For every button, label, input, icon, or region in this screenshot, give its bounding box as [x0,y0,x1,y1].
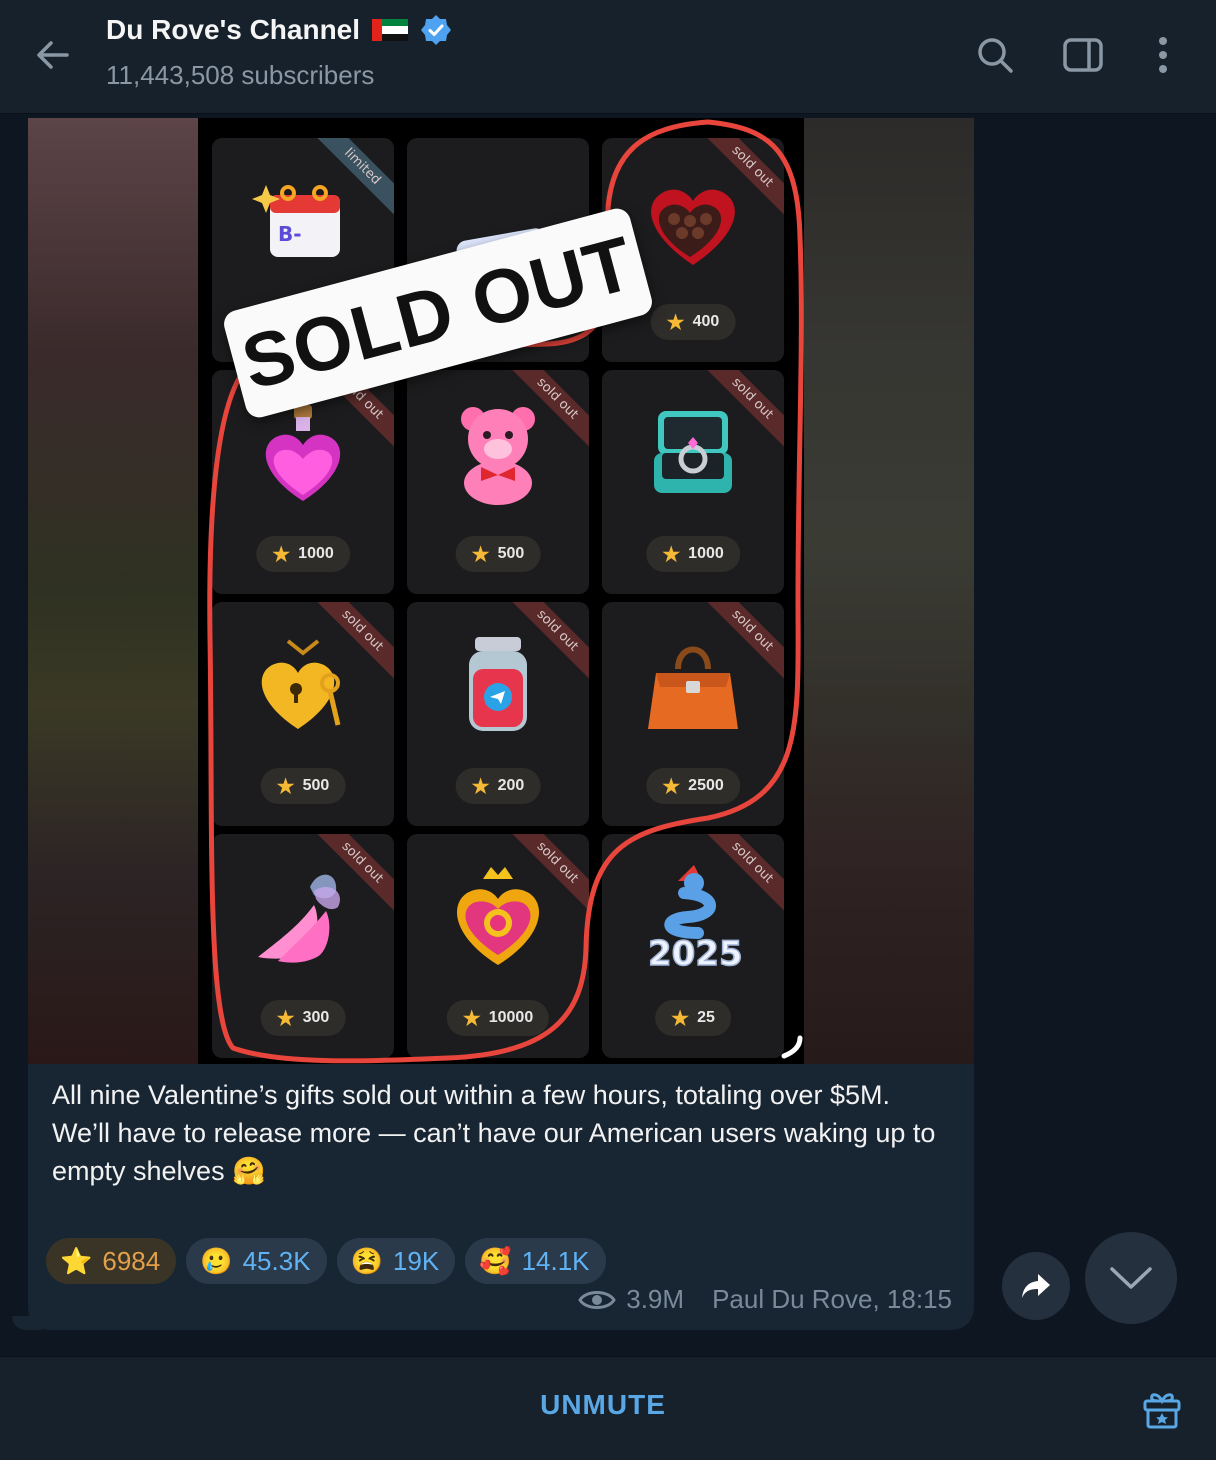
chocolate-heart-box-icon [633,160,753,280]
star-reaction-icon: ⭐ [60,1245,93,1276]
view-count: 3.9M [626,1284,685,1314]
post-meta: 3.9M Paul Du Rove, 18:15 [578,1284,952,1315]
gift-price-badge: ★ 25 [655,1000,731,1036]
chat-header: Du Rove's Channel 11,443,508 subscribers [0,0,1216,114]
chevron-down-icon [1110,1267,1152,1289]
gift-price-badge: ★ 200 [455,768,541,804]
gift-price: 1000 [298,545,334,562]
heart-locket-icon [243,624,363,744]
hugging-emoji-icon: 🤗 [232,1156,266,1186]
star-icon: ★ [276,1007,295,1030]
gift-price-badge: ★ 1000 [256,536,350,572]
gift-tile-fairy-heels[interactable]: sold out ★ 300 [212,834,394,1058]
back-arrow-icon[interactable] [28,30,78,80]
gift-tile-snake-2025[interactable]: sold out 2025 ★ 25 [602,834,784,1058]
love-emoji-icon: 🥰 [479,1245,512,1276]
star-icon: ★ [276,775,295,798]
channel-post: limitedB-★150DAY★350sold out★400sold out… [28,118,974,1330]
views-eye-icon [578,1290,617,1309]
gift-price: 1000 [688,545,724,562]
birthday-calendar-icon: B- [243,160,363,280]
gift-price: 300 [302,1009,330,1026]
reaction-count: 14.1K [521,1245,590,1276]
gift-price: 2500 [688,777,724,794]
gift-tile-heart-compact[interactable]: sold out ★ 10000 [407,834,589,1058]
star-icon: ★ [671,1007,690,1030]
gift-price: 10000 [488,1009,534,1026]
post-text-line-2: We’ll have to release more — can’t have … [52,1118,936,1186]
star-icon: ★ [666,311,685,334]
gift-tile-teddy-bear[interactable]: sold out ★ 500 [407,370,589,594]
post-text-line-1: All nine Valentine’s gifts sold out with… [52,1080,890,1110]
gift-price: 400 [692,313,720,330]
share-button[interactable] [1002,1252,1070,1320]
gift-price: 200 [497,777,525,794]
reaction-stars[interactable]: ⭐ 6984 [46,1238,177,1284]
verified-badge-icon [421,15,452,45]
gift-price-badge: ★ 300 [260,1000,346,1036]
gift-price-badge: ★ 1000 [646,536,740,572]
reaction-weary[interactable]: 😫 19K [336,1238,456,1284]
gift-icon[interactable] [1136,1383,1188,1435]
unmute-button[interactable]: UNMUTE [0,1389,1206,1421]
weary-emoji-icon: 😫 [350,1245,383,1276]
star-icon: ★ [272,543,291,566]
star-icon: ★ [662,775,681,798]
fairy-heels-icon [243,856,363,976]
reaction-love[interactable]: 🥰 14.1K [465,1238,606,1284]
gift-price: 500 [497,545,525,562]
star-icon: ★ [462,1007,481,1030]
gift-price-badge: ★ 2500 [646,768,740,804]
gift-tile-ring-box[interactable]: sold out ★ 1000 [602,370,784,594]
reaction-teary-smile[interactable]: 🥲 45.3K [186,1238,327,1284]
gift-tile-heart-jar[interactable]: sold out ★ 200 [407,602,589,826]
search-icon[interactable] [970,30,1020,80]
uae-flag-icon [372,19,409,41]
teary-smile-emoji-icon: 🥲 [200,1245,233,1276]
subscriber-count: 11,443,508 subscribers [106,60,375,90]
blurred-background-left [28,118,198,1064]
gift-price-badge: ★ 500 [455,536,541,572]
star-icon: ★ [662,543,681,566]
star-icon: ★ [471,775,490,798]
reaction-count: 6984 [102,1245,161,1276]
post-text: All nine Valentine’s gifts sold out with… [52,1076,952,1190]
bottom-bar: UNMUTE [0,1356,1216,1460]
ring-box-icon [633,392,753,512]
reaction-count: 19K [392,1245,440,1276]
star-icon: ★ [471,543,490,566]
gift-tile-handbag[interactable]: sold out ★ 2500 [602,602,784,826]
gift-price-badge: ★ 400 [650,304,736,340]
svg-text:B-: B- [278,222,302,246]
side-panel-icon[interactable] [1058,30,1108,80]
reactions-bar: ⭐ 6984 🥲 45.3K 😫 19K 🥰 14.1K [46,1238,606,1284]
gift-tile-heart-locket[interactable]: sold out ★ 500 [212,602,394,826]
more-vertical-icon[interactable] [1138,30,1188,80]
author-and-time: Paul Du Rove, 18:15 [712,1284,952,1314]
gift-price-badge: ★ 500 [260,768,346,804]
teddy-bear-icon [438,392,558,512]
gift-price-badge: ★ 10000 [446,1000,550,1036]
channel-title-row[interactable]: Du Rove's Channel [106,14,452,46]
handbag-icon [633,624,753,744]
scroll-down-button[interactable] [1085,1232,1177,1324]
snake-2025-icon: 2025 [633,856,753,976]
heart-compact-icon [438,856,558,976]
svg-text:2025: 2025 [648,934,743,971]
post-image[interactable]: limitedB-★150DAY★350sold out★400sold out… [28,118,974,1064]
gift-price: 25 [697,1009,715,1026]
channel-title[interactable]: Du Rove's Channel [106,14,360,46]
heart-jar-icon [438,624,558,744]
gift-price: 500 [302,777,330,794]
reaction-count: 45.3K [242,1245,311,1276]
share-arrow-icon [1022,1274,1050,1298]
blurred-background-right [804,118,974,1064]
